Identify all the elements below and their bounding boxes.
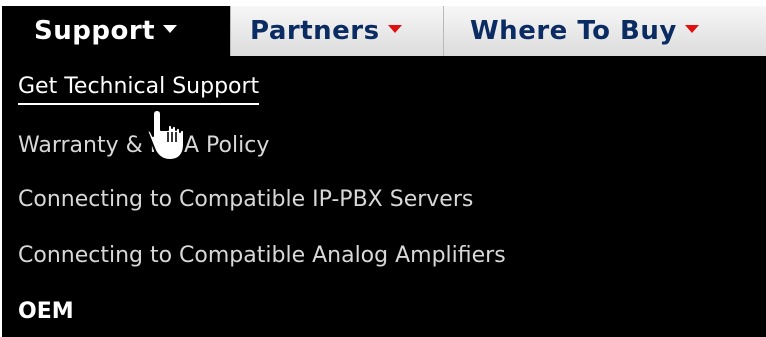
caret-down-icon (163, 25, 178, 33)
menu-item-analog-amplifiers[interactable]: Connecting to Compatible Analog Amplifie… (18, 242, 506, 270)
menu-item-warranty-rma-policy[interactable]: Warranty & RMA Policy (18, 132, 269, 160)
menu-item-get-technical-support[interactable]: Get Technical Support (18, 73, 260, 105)
tab-where-to-buy-label: Where To Buy (470, 16, 677, 46)
tab-support-label: Support (34, 16, 156, 46)
support-dropdown-menu: Get Technical Support Warranty & RMA Pol… (2, 56, 766, 337)
tab-partners[interactable]: Partners (230, 6, 443, 56)
tab-partners-label: Partners (250, 16, 380, 46)
hand-pointer-icon (148, 109, 185, 161)
page: Support Partners Where To Buy Get Techni… (0, 0, 766, 337)
menu-item-oem[interactable]: OEM (18, 298, 74, 326)
caret-down-icon (387, 25, 402, 33)
menu-item-ip-pbx-servers[interactable]: Connecting to Compatible IP-PBX Servers (18, 186, 473, 214)
tab-support[interactable]: Support (2, 6, 230, 56)
caret-down-icon (684, 25, 699, 33)
tab-where-to-buy[interactable]: Where To Buy (443, 6, 766, 56)
top-navigation: Support Partners Where To Buy (2, 6, 766, 56)
